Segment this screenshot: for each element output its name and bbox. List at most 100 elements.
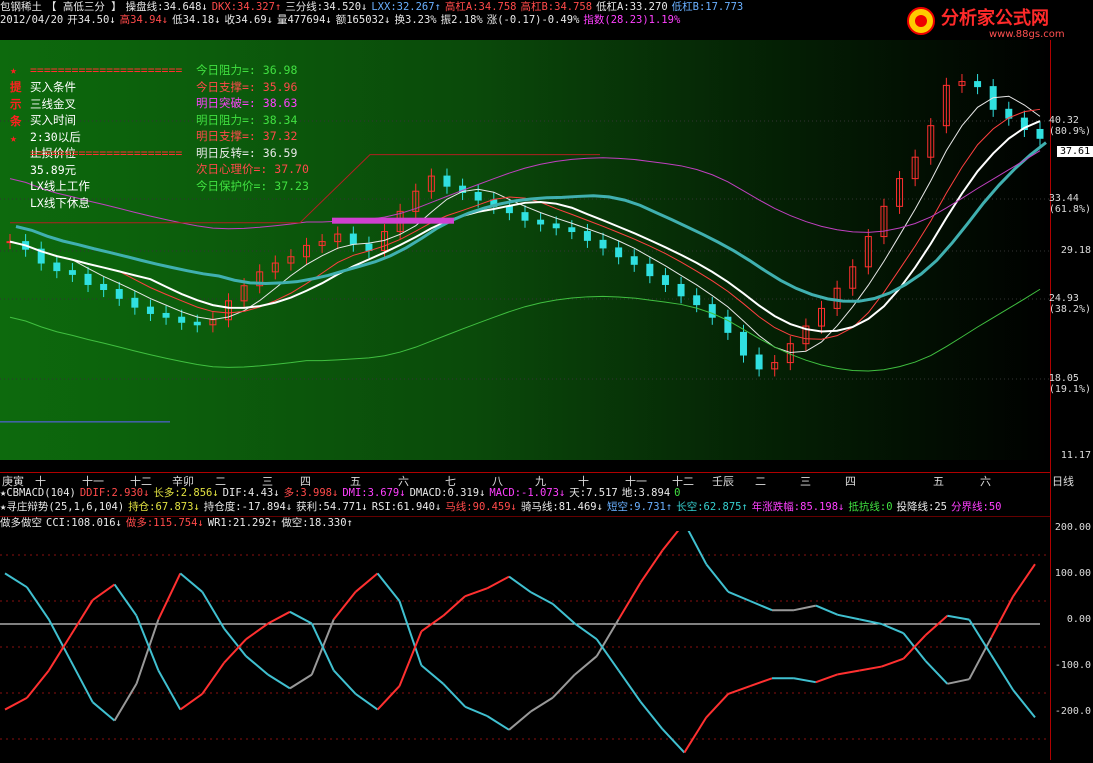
cci-segment xyxy=(157,572,182,620)
indicator-header: ★CBMACD(104) DDIF:2.930↓ 长多:2.856↓ DIF:4.43… xyxy=(0,487,1093,515)
buy-row: 买入时间 2:30以后 xyxy=(30,112,102,145)
mirror-segment xyxy=(683,716,708,754)
logo-url: www.88gs.com xyxy=(989,29,1065,40)
cci-segment xyxy=(26,586,50,620)
header1-field-4: 三分线:34.520↓ xyxy=(285,1,368,13)
header-row-2: 2012/04/20 开34.50↓ 高34.94↓ 低34.18↓ 收34.69↓ 量4… xyxy=(0,14,684,27)
cci-panel[interactable]: 做多做空 CCI:108.016↓ 做多:115.754↓ WR1:21.292↑ 做空… xyxy=(0,516,1050,763)
cci-segment xyxy=(947,678,970,685)
level-line: 明日反转=: 36.59 xyxy=(196,145,298,160)
mirror-segment xyxy=(69,599,94,636)
cci-segment xyxy=(990,595,1014,639)
cci-segment xyxy=(464,705,488,717)
candle-body xyxy=(443,175,451,187)
xunzhuang-row: ★寻庄辩势(25,1,6,104) 持仓:67.873↓ 持仓度:-17.894↓ 获… xyxy=(0,501,1005,514)
level-line: 今日阻力=: 36.98 xyxy=(196,63,298,77)
cci-segment xyxy=(135,619,160,685)
header2-field-2: 高34.94↓ xyxy=(119,14,169,26)
cci-tick: -200.0 xyxy=(1054,706,1091,717)
candle-body xyxy=(630,256,638,265)
mirror-segment xyxy=(289,610,313,625)
cci-segment xyxy=(749,600,773,612)
mirror-segment xyxy=(376,685,401,711)
xunzhuang-field-6: 骑马线:81.469↓ xyxy=(520,501,603,513)
xunzhuang-field-0: ★寻庄辩势(25,1,6,104) xyxy=(0,501,125,513)
candle-body xyxy=(708,304,716,318)
mirror-segment xyxy=(113,583,138,617)
mirror-segment xyxy=(990,654,1014,691)
mirror-segment xyxy=(464,587,488,598)
price-axis: 40.32 (80.9%) 33.44 (61.8%) 29.18 24.93 (38.2%… xyxy=(1048,40,1093,760)
candle-body xyxy=(115,289,123,299)
candle-body xyxy=(193,321,201,326)
candle-body xyxy=(974,81,982,88)
mirror-segment xyxy=(530,591,554,605)
mirror-segment xyxy=(179,693,203,711)
candle-body xyxy=(162,312,170,318)
cci-segment xyxy=(837,613,860,621)
mirror-segment xyxy=(157,669,182,711)
cbmacd-field-2: 长多:2.856↓ xyxy=(153,487,219,499)
cci-segment xyxy=(574,655,598,676)
candle-body xyxy=(146,306,154,314)
cbmacd-row: ★CBMACD(104) DDIF:2.930↓ 长多:2.856↓ DIF:4.43… xyxy=(0,487,684,500)
level-line: 今日保护价=: 37.23 xyxy=(196,178,309,193)
main-price-chart[interactable] xyxy=(0,40,1050,460)
cci-field-0: 做多做空 xyxy=(0,517,42,529)
header2-field-1: 开34.50↓ xyxy=(67,14,116,26)
header2-field-6: 额165032↓ xyxy=(335,14,391,26)
cbmacd-field-6: DMACD:0.319↓ xyxy=(409,487,486,499)
star-glyph: ★ xyxy=(10,63,17,77)
buy-row: 买入条件三线金叉 xyxy=(30,79,102,112)
candle-body xyxy=(677,283,685,297)
candle-body xyxy=(1036,128,1044,139)
buy-key: 买入时间 xyxy=(30,113,76,127)
mirror-segment xyxy=(26,669,50,699)
cci-segment xyxy=(815,604,839,616)
xunzhuang-field-12: 分界线:50 xyxy=(951,501,1002,513)
candle-body xyxy=(739,331,747,356)
header1-field-2: 操盘线:34.648↓ xyxy=(125,1,208,13)
cci-segment xyxy=(486,715,510,731)
header2-field-7: 换3.23% xyxy=(394,14,437,26)
cbmacd-field-0: ★CBMACD(104) xyxy=(0,487,76,499)
mirror-segment xyxy=(595,638,620,672)
price-tick: 40.32 (80.9%) xyxy=(1048,115,1091,137)
star-glyph: 示 xyxy=(10,97,22,111)
mirror-segment xyxy=(1012,689,1036,719)
level-line: 次日心理价=: 37.70 xyxy=(196,162,309,176)
candle-body xyxy=(505,205,513,214)
header1-field-9: 低杠B:17.773 xyxy=(671,1,744,13)
header1-field-6: 高杠A:34.758 xyxy=(444,1,517,13)
candle-body xyxy=(568,227,576,233)
mirror-segment xyxy=(245,622,269,640)
current-price-badge: 37.61 xyxy=(1057,146,1093,157)
mirror-segment xyxy=(968,619,993,656)
mirror-segment xyxy=(749,677,773,688)
cbmacd-field-7: MACD:-1.073↓ xyxy=(489,487,566,499)
cbmacd-field-3: DIF:4.43↓ xyxy=(222,487,280,499)
candle-body xyxy=(537,219,545,225)
cci-segment xyxy=(398,600,423,666)
xunzhuang-field-9: 年涨跌幅:85.198↓ xyxy=(751,501,845,513)
xunzhuang-field-1: 持仓:67.873↓ xyxy=(128,501,200,513)
mirror-segment xyxy=(661,728,686,754)
candle-body xyxy=(521,212,529,221)
mirror-segment xyxy=(332,669,357,695)
header2-field-9: 涨(-0.17)-0.49% xyxy=(486,14,580,26)
cci-tick: 100.00 xyxy=(1054,568,1091,579)
cci-tick: -100.0 xyxy=(1054,660,1091,671)
mirror-segment xyxy=(639,701,664,730)
mirror-segment xyxy=(837,669,860,676)
cci-segment xyxy=(705,563,729,593)
price-tick: 29.18 xyxy=(1060,245,1091,256)
mirror-segment xyxy=(705,693,729,719)
candle-body xyxy=(661,275,669,285)
cci-segment xyxy=(113,683,138,722)
level-line: 今日支撑=: 35.96 xyxy=(196,79,298,94)
cci-tick: 200.00 xyxy=(1054,522,1091,533)
cci-segment xyxy=(859,618,882,625)
dash-line-bottom: ====================== xyxy=(30,146,183,160)
cbmacd-field-9: 地:3.894 xyxy=(621,487,671,499)
cci-segment xyxy=(552,673,576,699)
